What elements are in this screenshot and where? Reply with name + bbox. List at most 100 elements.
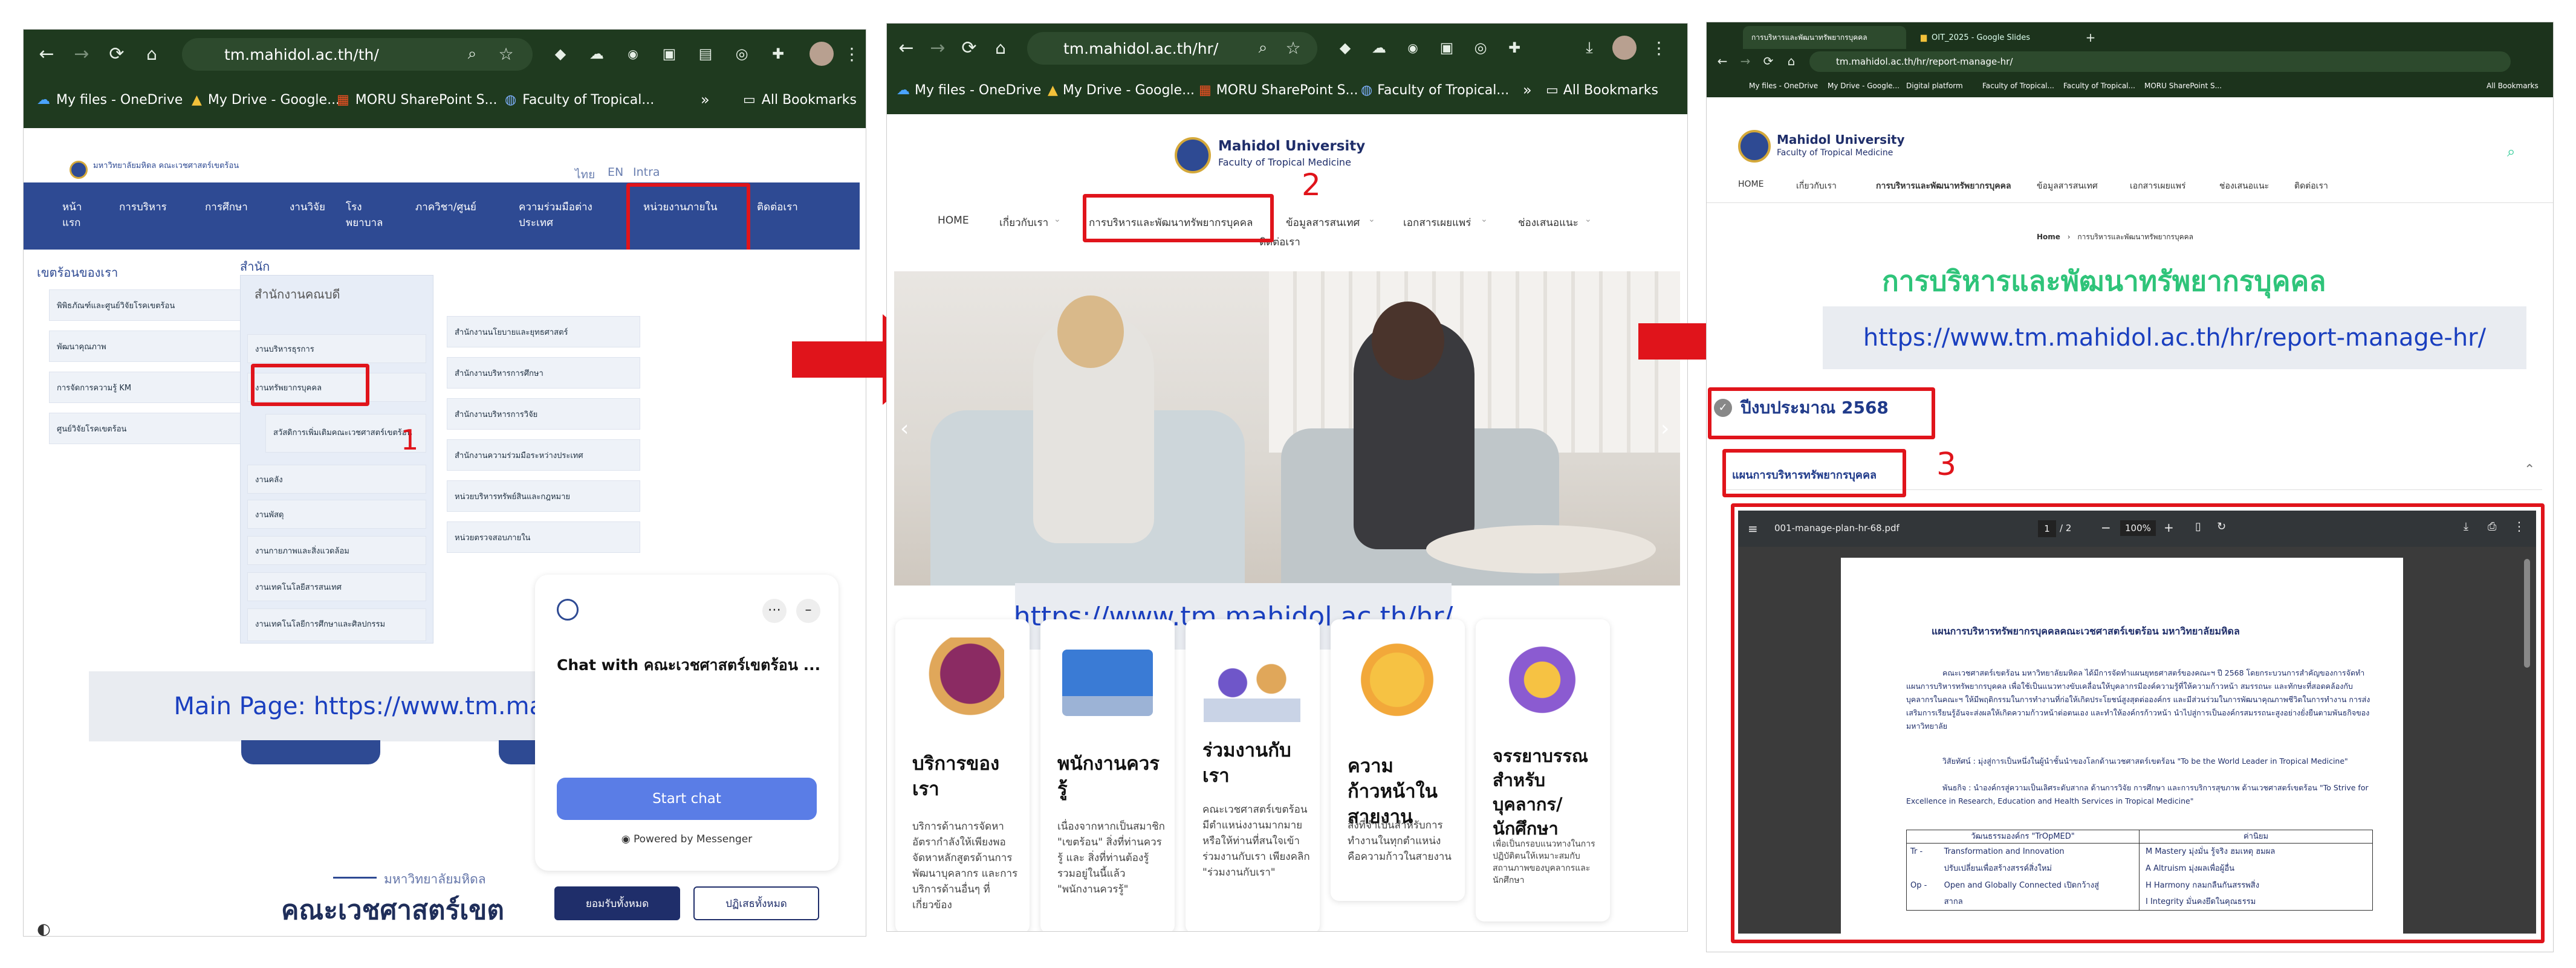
puzzle-icon[interactable]: ✚ [767,43,789,65]
bookmark-moru[interactable]: ▦ MORU SharePoint S... [1199,72,1358,108]
nav-contact[interactable]: ติดต่อเรา [757,199,799,215]
carousel-next-icon[interactable]: › [1661,416,1669,441]
site-logo[interactable]: Mahidol University Faculty of Tropical M… [1175,136,1365,175]
forward-icon[interactable]: → [1737,53,1754,69]
minimize-icon[interactable]: – [796,599,820,623]
all-bookmarks[interactable]: All Bookmarks [2487,76,2539,96]
nav-contact[interactable]: ติดต่อเรา [2294,179,2328,193]
card-ethics[interactable]: จรรยาบรรณสำหรับบุคลากร/นักศึกษา เพื่อเป็… [1476,619,1610,921]
breadcrumb-home[interactable]: Home [2037,233,2060,241]
card-services[interactable]: บริการของเรา บริการด้านการจัดหา อัตรากำล… [895,619,1030,931]
mega-mid-item[interactable]: งานพัสดุ [247,500,426,529]
mega-right-item[interactable]: สำนักงานนโยบายและยุทธศาสตร์ [447,316,640,347]
all-bookmarks[interactable]: ▭ All Bookmarks [1546,72,1658,108]
zoom-icon[interactable]: ◉ [1402,37,1424,59]
card-career[interactable]: ความก้าวหน้าในสายงาน สิ่งที่จำเป็นสำหรับ… [1331,619,1465,901]
nav-hospital[interactable]: โรงพยาบาล [346,199,394,231]
avatar[interactable] [1612,36,1637,60]
lang-thai[interactable]: ไทย [575,166,595,184]
start-chat-button[interactable]: Start chat [557,778,817,820]
bookmark[interactable]: Faculty of Tropical... [2063,76,2135,96]
bookmark[interactable]: My files - OneDrive [1749,76,1818,96]
carousel-prev-icon[interactable]: ‹ [900,416,909,441]
bookmark-onedrive[interactable]: ☁ My files - OneDrive [37,82,183,118]
menu-icon[interactable]: ⋮ [1650,37,1668,59]
reload-icon[interactable]: ⟳ [958,37,980,59]
bookmark-drive[interactable]: ▲ My Drive - Google... [1048,72,1195,108]
bookmark-drive[interactable]: ▲ My Drive - Google... [192,82,340,118]
mega-right-item[interactable]: สำนักงานความร่วมมือระหว่างประเทศ [447,439,640,471]
back-icon[interactable]: ← [1714,53,1731,69]
translate-icon[interactable]: ▣ [658,43,680,65]
back-icon[interactable]: ← [36,43,57,65]
nav-admin[interactable]: การบริหาร [119,199,180,215]
mega-mid-item[interactable]: งานเทคโนโลยีสารสนเทศ [247,572,426,601]
nav-research[interactable]: งานวิจัย [290,199,326,215]
bookmark-onedrive[interactable]: ☁ My files - OneDrive [897,72,1041,108]
mega-mid-item[interactable]: งานคลัง [247,465,426,494]
cookie-icon[interactable]: ◐ [37,920,51,936]
home-icon[interactable]: ⌂ [990,37,1011,59]
home-icon[interactable]: ⌂ [141,43,163,65]
zoom-icon[interactable]: ◉ [622,43,644,65]
nav-suggestions[interactable]: ช่องเสนอแนะ [1518,215,1578,231]
more-icon[interactable]: ⋯ [762,599,787,623]
slides-icon[interactable]: ▤ [695,43,716,65]
card-join-us[interactable]: ร่วมงานกับเรา คณะเวชศาสตร์เขตร้อน มีตำแห… [1186,619,1320,931]
extension-icon[interactable]: ◆ [1334,37,1356,59]
mega-left-item[interactable]: ศูนย์วิจัยโรคเขตร้อน [49,413,248,444]
cookie-reject-button[interactable]: ปฏิเสธทั้งหมด [693,886,819,920]
lang-intra[interactable]: Intra [633,166,660,179]
mega-mid-item[interactable]: งานเทคโนโลยีการศึกษาและศิลปกรรม [247,608,426,641]
translate-icon[interactable]: ▣ [1436,37,1458,59]
cloud-icon[interactable]: ☁ [586,43,608,65]
nav-information[interactable]: ข้อมูลสารสนเทศ [1286,215,1360,231]
bookmark-faculty[interactable]: ◍ Faculty of Tropical... [505,82,654,118]
site-logo[interactable]: Mahidol University Faculty of Tropical M… [1738,130,1919,164]
nav-home[interactable]: HOME [1738,179,1763,189]
mega-mid-item[interactable]: งานบริหารธุรการ [247,334,426,363]
tab-active[interactable]: การบริหารและพัฒนาทรัพยากรบุคคล [1743,26,1906,49]
nav-hr-management[interactable]: การบริหารและพัฒนาทรัพยากรบุคคล [1876,179,2011,193]
mega-mid-item[interactable]: งานกายภาพและสิ่งแวดล้อม [247,536,426,565]
mega-right-item[interactable]: สำนักงานบริหารการศึกษา [447,357,640,389]
extension-icon[interactable]: ◆ [550,43,571,65]
mega-left-item[interactable]: การจัดการความรู้ KM [49,372,248,403]
bookmark-faculty[interactable]: ◍ Faculty of Tropical... [1361,72,1509,108]
nav-publications[interactable]: เอกสารเผยแพร่ [2130,179,2186,193]
mega-mid-head[interactable]: สำนักงานคณบดี [255,285,340,304]
nav-information[interactable]: ข้อมูลสารสนเทศ [2037,179,2098,193]
mega-right-item[interactable]: หน่วยบริหารทรัพย์สินและกฎหมาย [447,480,640,512]
avatar[interactable] [809,42,834,66]
reload-icon[interactable]: ⟳ [106,43,128,65]
bookmark[interactable]: Faculty of Tropical... [1982,76,2054,96]
bookmark[interactable]: MORU SharePoint S... [2144,76,2222,96]
address-bar[interactable]: tm.mahidol.ac.th/hr/report-manage-hr/ [1809,51,2511,72]
lang-en[interactable]: EN [608,166,623,179]
bookmark-more[interactable]: » [701,82,710,118]
download-icon[interactable]: ⤓ [1578,37,1600,59]
tab-slides[interactable]: ▆ OIT_2025 - Google Slides [1912,26,2075,49]
bookmark[interactable]: Digital platform [1906,76,1963,96]
address-bar[interactable]: tm.mahidol.ac.th/hr/ [1027,32,1317,65]
puzzle-icon[interactable]: ✚ [1504,37,1525,59]
mega-left-item[interactable]: พัฒนาคุณภาพ [49,331,248,362]
new-tab-icon[interactable]: + [2081,28,2100,47]
all-bookmarks[interactable]: ▭ All Bookmarks [743,82,857,118]
nav-publications[interactable]: เอกสารเผยแพร่ [1403,215,1471,231]
search-icon[interactable]: ⌕ [461,43,483,65]
back-icon[interactable]: ← [895,37,917,59]
mega-right-item[interactable]: หน่วยตรวจสอบภายใน [447,521,640,553]
record-icon[interactable]: ◎ [731,43,753,65]
star-icon[interactable]: ☆ [495,43,517,65]
home-icon[interactable]: ⌂ [1783,53,1800,69]
star-icon[interactable]: ☆ [1282,37,1304,59]
nav-home[interactable]: HOME [938,215,969,227]
search-icon[interactable]: ⌕ [1252,37,1274,59]
forward-icon[interactable]: → [927,37,949,59]
nav-about[interactable]: เกี่ยวกับเรา [1796,179,1837,193]
nav-departments[interactable]: ภาควิชา/ศูนย์ [415,199,488,215]
card-employee[interactable]: พนักงานควรรู้ เนื่องจากหากเป็นสมาชิก "เข… [1040,619,1175,931]
bookmark[interactable]: My Drive - Google... [1828,76,1900,96]
cloud-icon[interactable]: ☁ [1368,37,1390,59]
